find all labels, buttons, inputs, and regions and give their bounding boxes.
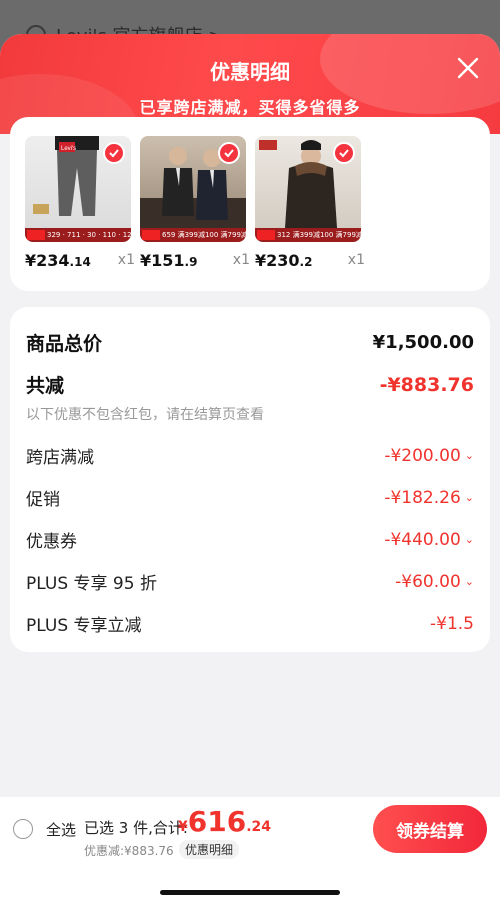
product-item[interactable]: 312 满399减100 满799减300 ¥230.2 x1 — [255, 136, 365, 270]
discount-value: -¥200.00 — [384, 445, 461, 466]
product-qty: x1 — [117, 252, 135, 268]
product-item[interactable]: 659 满399减100 满799减300 ¥151.9 x1 — [140, 136, 250, 270]
discount-label: PLUS 专享 95 折 — [26, 574, 157, 594]
saved-amount: 优惠减:¥883.76 — [84, 844, 174, 858]
product-price: ¥151.9 — [140, 251, 198, 270]
product-qty: x1 — [232, 252, 250, 268]
discount-row-promotion[interactable]: 促销 -¥182.26 ⌄ — [26, 485, 474, 511]
discount-row-cross-store[interactable]: 跨店满减 -¥200.00 ⌄ — [26, 443, 474, 469]
discount-detail-button[interactable]: 优惠明细 — [179, 840, 240, 859]
product-image: 659 满399减100 满799减300 — [140, 136, 246, 242]
product-qty: x1 — [347, 252, 365, 268]
promo-band: 312 满399减100 满799减300 — [255, 228, 361, 242]
total-reduce-row: 共减 -¥883.76 — [26, 371, 474, 398]
sheet-subtitle: 已享跨店满减，买得多省得多 — [139, 98, 361, 117]
select-all-label[interactable]: 全选 — [46, 819, 76, 840]
checkout-bar: 全选 已选 3 件,合计: ¥616.24 优惠减:¥883.76 优惠明细 领… — [0, 797, 500, 903]
product-image: 312 满399减100 满799减300 — [255, 136, 361, 242]
product-image: Levi's 329 · 711 · 30 · 110 · 120 — [25, 136, 131, 242]
total-reduce-label: 共减 — [26, 375, 65, 397]
chevron-down-icon: ⌄ — [464, 491, 474, 504]
promo-band: 659 满399减100 满799减300 — [140, 228, 246, 242]
discount-label: 优惠券 — [26, 532, 77, 552]
discount-value: -¥440.00 — [384, 529, 461, 550]
discount-note: 以下优惠不包含红包，请在结算页查看 — [26, 407, 264, 423]
svg-text:Levi's: Levi's — [61, 146, 76, 152]
selected-check-icon[interactable] — [218, 142, 240, 164]
selected-count: 已选 3 件,合计: — [84, 819, 188, 837]
chevron-down-icon: ⌄ — [464, 449, 474, 462]
discount-row-plus-95[interactable]: PLUS 专享 95 折 -¥60.00 ⌄ — [26, 569, 474, 595]
chevron-down-icon: ⌄ — [464, 575, 474, 588]
discount-details-card: 商品总价 ¥1,500.00 共减 -¥883.76 以下优惠不包含红包，请在结… — [10, 307, 490, 652]
checkout-button[interactable]: 领券结算 — [373, 805, 487, 853]
product-price: ¥230.2 — [255, 251, 313, 270]
discount-label: 跨店满减 — [26, 448, 94, 468]
selected-check-icon[interactable] — [103, 142, 125, 164]
products-card: Levi's 329 · 711 · 30 · 110 · 120 ¥234.1… — [10, 117, 490, 291]
discount-value: -¥60.00 — [395, 571, 461, 592]
product-price: ¥234.14 — [25, 251, 91, 270]
product-item[interactable]: Levi's 329 · 711 · 30 · 110 · 120 ¥234.1… — [25, 136, 135, 270]
discount-row-plus-instant: PLUS 专享立减 -¥1.5 — [26, 611, 474, 637]
discount-value: -¥182.26 — [384, 487, 461, 508]
total-price-value: ¥1,500.00 — [372, 332, 474, 353]
total-reduce-value: -¥883.76 — [379, 373, 474, 396]
discount-label: PLUS 专享立减 — [26, 616, 142, 636]
close-icon[interactable] — [456, 56, 480, 80]
total-price-label: 商品总价 — [26, 333, 103, 355]
sheet-title: 优惠明细 — [210, 60, 290, 84]
discount-label: 促销 — [26, 490, 60, 510]
total-price-row: 商品总价 ¥1,500.00 — [26, 329, 474, 356]
chevron-down-icon: ⌄ — [464, 533, 474, 546]
promo-band: 329 · 711 · 30 · 110 · 120 — [25, 228, 131, 242]
discount-row-coupon[interactable]: 优惠券 -¥440.00 ⌄ — [26, 527, 474, 553]
discount-value: -¥1.5 — [430, 613, 474, 634]
select-all-radio[interactable] — [13, 819, 33, 839]
selected-check-icon[interactable] — [333, 142, 355, 164]
home-indicator — [160, 890, 340, 895]
total-amount: ¥616.24 — [178, 805, 272, 838]
